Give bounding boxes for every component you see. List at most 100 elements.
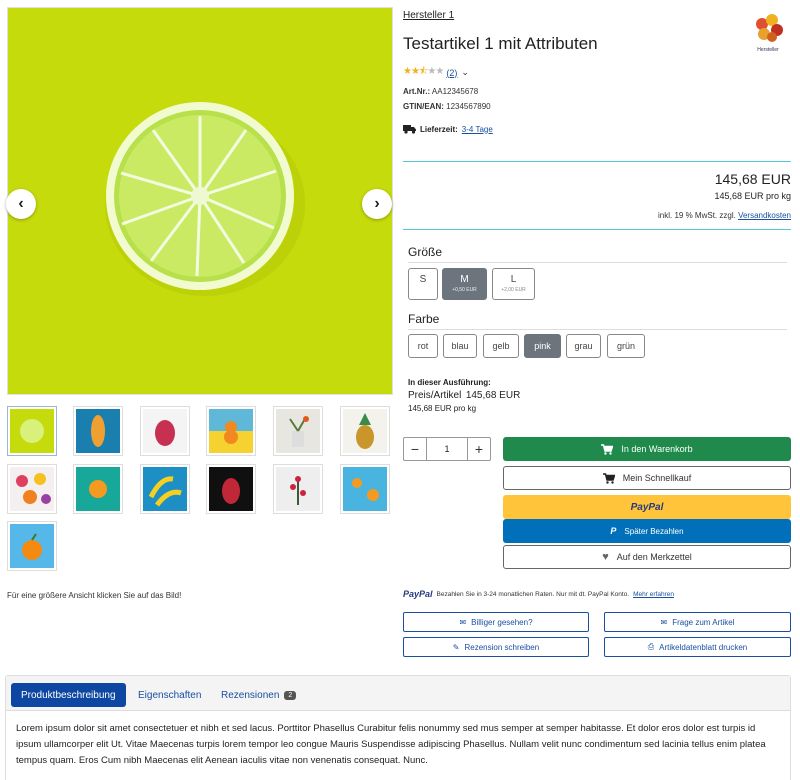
envelope-icon: ✉ xyxy=(459,617,467,627)
quantity-increase-button[interactable]: + xyxy=(468,438,490,460)
size-name: S xyxy=(419,274,427,285)
tab-description[interactable]: Produktbeschreibung xyxy=(11,683,126,707)
color-option-grau[interactable]: grau xyxy=(566,334,601,358)
color-option-gelb[interactable]: gelb xyxy=(483,334,519,358)
size-option-m[interactable]: M +0,50 EUR xyxy=(442,268,487,300)
cart-icon xyxy=(602,472,615,484)
color-label: Farbe xyxy=(408,312,440,326)
paypal-logo: PayPal xyxy=(630,501,664,513)
size-name: M xyxy=(460,274,469,285)
divider xyxy=(408,262,787,263)
thumbnail-oranges-stack[interactable] xyxy=(206,406,256,456)
gtin-row: GTIN/EAN: 1234567890 xyxy=(403,102,491,111)
manufacturer-logo[interactable]: Hersteller xyxy=(750,10,786,54)
tab-properties[interactable]: Eigenschaften xyxy=(138,683,201,707)
divider xyxy=(403,229,791,230)
manufacturer-link[interactable]: Hersteller 1 xyxy=(403,10,454,21)
tax-text: inkl. 19 % MwSt. zzgl. xyxy=(658,211,736,220)
paypal-button[interactable]: PayPal xyxy=(503,495,791,519)
thumbnail-orange-peel[interactable] xyxy=(73,406,123,456)
quantity-decrease-button[interactable]: − xyxy=(404,438,426,460)
thumbnail-single-orange[interactable] xyxy=(7,521,57,571)
product-rating[interactable]: ★★⯪★★ (2) ⌄ xyxy=(403,64,469,81)
write-review-label: Rezension schreiben xyxy=(464,642,540,652)
quantity-input[interactable]: 1 xyxy=(426,438,468,460)
thumbnail-lime[interactable] xyxy=(7,406,57,456)
wishlist-button[interactable]: ♥ Auf den Merkzettel xyxy=(503,545,791,569)
cart-icon xyxy=(601,443,614,455)
quick-buy-button[interactable]: Mein Schnellkauf xyxy=(503,466,791,490)
variant-heading: In dieser Ausführung: xyxy=(408,378,491,387)
paypal-p-icon: P xyxy=(610,526,617,536)
print-datasheet-label: Artikeldatenblatt drucken xyxy=(659,642,748,652)
color-option-rot[interactable]: rot xyxy=(408,334,438,358)
paypal-installment-info: PayPal Bezahlen Sie in 3-24 monatlichen … xyxy=(403,589,674,599)
add-to-cart-label: In den Warenkorb xyxy=(621,444,693,454)
sku-row: Art.Nr.: AA12345678 xyxy=(403,87,478,96)
quantity-stepper: − 1 + xyxy=(403,437,491,461)
thumbnail-orange-halves[interactable] xyxy=(73,464,123,514)
description-text: Lorem ipsum dolor sit amet consectetuer … xyxy=(16,723,766,766)
cheaper-seen-button[interactable]: ✉ Billiger gesehen? xyxy=(403,612,589,632)
divider xyxy=(403,161,791,162)
gtin-label: GTIN/EAN: xyxy=(403,102,444,111)
selected-variant-info: In dieser Ausführung: Preis/Artikel 145,… xyxy=(408,376,520,415)
shipping-costs-link[interactable]: Versandkosten xyxy=(738,211,791,220)
paypal-installment-text: Bezahlen Sie in 3-24 monatlichen Raten. … xyxy=(436,590,630,598)
write-review-button[interactable]: ✎ Rezension schreiben xyxy=(403,637,589,657)
gallery-hint: Für eine größere Ansicht klicken Sie auf… xyxy=(7,591,182,600)
gallery-prev-button[interactable]: ‹ xyxy=(6,189,36,219)
review-count-badge: 2 xyxy=(284,690,297,700)
gallery-next-button[interactable]: › xyxy=(362,189,392,219)
delivery-time-link[interactable]: 3-4 Tage xyxy=(462,125,493,134)
ask-question-label: Frage zum Artikel xyxy=(672,617,735,627)
size-option-s[interactable]: S xyxy=(408,268,438,300)
heart-icon: ♥ xyxy=(602,551,609,563)
add-to-cart-button[interactable]: In den Warenkorb xyxy=(503,437,791,461)
paypal-logo: PayPal xyxy=(403,589,433,599)
product-main-image[interactable] xyxy=(7,7,393,395)
tab-reviews-label: Rezensionen xyxy=(221,689,280,701)
chevron-down-icon[interactable]: ⌄ xyxy=(461,67,469,78)
color-option-blau[interactable]: blau xyxy=(443,334,477,358)
rating-count-link[interactable]: (2) xyxy=(446,68,457,78)
product-title: Testartikel 1 mit Attributen xyxy=(403,34,598,53)
cheaper-seen-label: Billiger gesehen? xyxy=(471,617,533,627)
price-unit: 145,68 EUR pro kg xyxy=(714,191,791,201)
thumbnail-raspberry[interactable] xyxy=(140,406,190,456)
star-rating-icon: ★★⯪★★ xyxy=(403,66,444,77)
thumbnail-bananas[interactable] xyxy=(140,464,190,514)
variant-unit-price: 145,68 EUR pro kg xyxy=(408,404,477,413)
thumbnail-strawberry[interactable] xyxy=(206,464,256,514)
tax-info: inkl. 19 % MwSt. zzgl. Versandkosten xyxy=(658,211,791,220)
color-option-pink[interactable]: pink xyxy=(524,334,561,358)
thumbnail-flowers[interactable] xyxy=(273,464,323,514)
variant-price: 145,68 EUR xyxy=(465,390,521,401)
delivery-label: Lieferzeit: xyxy=(420,124,458,134)
price-main: 145,68 EUR xyxy=(714,171,791,187)
printer-icon: ⎙ xyxy=(647,642,655,651)
paypal-learn-more-link[interactable]: Mehr erfahren xyxy=(633,591,674,598)
size-option-l[interactable]: L +2,00 EUR xyxy=(492,268,535,300)
ask-question-button[interactable]: ✉ Frage zum Artikel xyxy=(604,612,791,632)
envelope-icon: ✉ xyxy=(660,617,668,627)
thumbnail-plant[interactable] xyxy=(273,406,323,456)
gtin-value: 1234567890 xyxy=(446,102,491,111)
pay-later-button[interactable]: P Später Bezahlen xyxy=(503,519,791,543)
sku-value: AA12345678 xyxy=(431,87,479,96)
color-option-gruen[interactable]: grün xyxy=(607,334,645,358)
truck-icon xyxy=(403,125,416,134)
lime-slice-image xyxy=(8,8,392,394)
size-name: L xyxy=(510,274,517,285)
variant-price-label: Preis/Artikel xyxy=(408,390,462,401)
size-extra: +0,50 EUR xyxy=(452,287,477,293)
tab-reviews[interactable]: Rezensionen 2 xyxy=(221,683,297,707)
thumbnail-citrus-mix[interactable] xyxy=(7,464,57,514)
thumbnail-pineapple[interactable] xyxy=(340,406,390,456)
product-tabs: Produktbeschreibung Eigenschaften Rezens… xyxy=(5,675,791,780)
delivery-row: Lieferzeit: 3-4 Tage xyxy=(403,124,493,134)
print-datasheet-button[interactable]: ⎙ Artikeldatenblatt drucken xyxy=(604,637,791,657)
sku-label: Art.Nr.: xyxy=(403,87,431,96)
divider xyxy=(408,329,787,330)
thumbnail-orange-slices[interactable] xyxy=(340,464,390,514)
